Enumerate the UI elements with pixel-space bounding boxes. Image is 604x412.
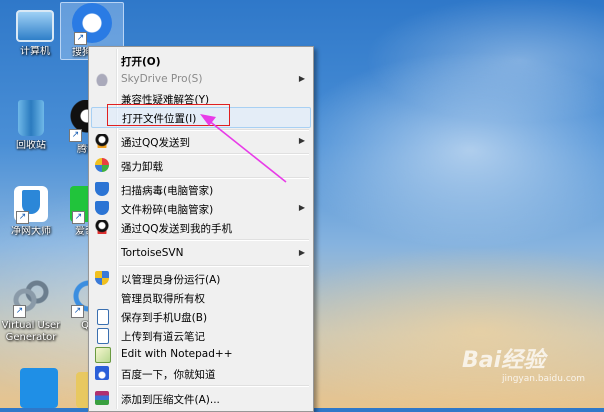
watermark-url: jingyan.baidu.com [502,374,586,384]
watermark: Bai经验 jingyan.baidu.com [462,342,602,402]
watermark-brand: Bai经验 [462,348,546,373]
